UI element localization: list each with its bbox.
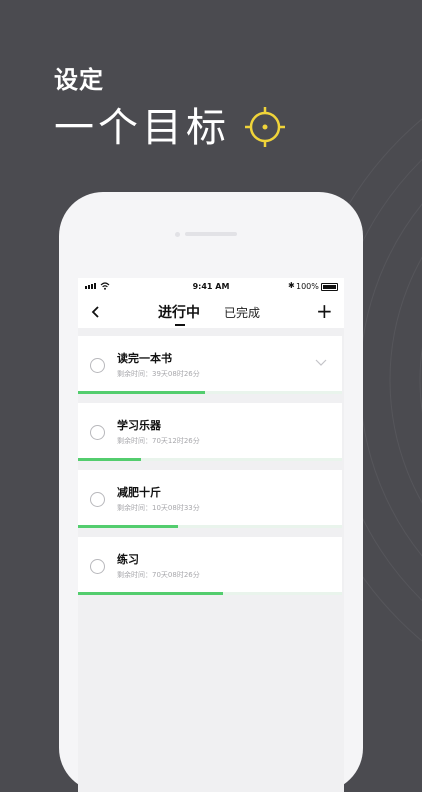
goal-progress-track: [78, 525, 342, 528]
goal-card[interactable]: 学习乐器 剩余时间：70天12时26分: [78, 403, 342, 461]
tab-active-indicator: [175, 324, 185, 326]
chevron-left-icon[interactable]: [88, 304, 104, 320]
goal-remaining-time: 剩余时间：70天08时26分: [117, 571, 200, 579]
goal-title: 减肥十斤: [117, 486, 161, 499]
app-screen: 9:41 AM ✱ 100% 进行中 已完成 + 读完一本书 剩余时间：39天0…: [78, 278, 344, 792]
goal-card[interactable]: 读完一本书 剩余时间：39天08时26分: [78, 336, 342, 394]
goal-progress-fill: [78, 592, 224, 595]
goal-progress-fill: [78, 525, 179, 528]
goal-progress-fill: [78, 458, 142, 461]
promo-headline-large: 一个目标: [54, 105, 230, 151]
goal-progress-fill: [78, 391, 205, 394]
promo-headline-small: 设定: [54, 66, 104, 94]
goal-remaining-time: 剩余时间：70天12时26分: [117, 437, 200, 445]
bluetooth-icon: ✱: [288, 281, 295, 290]
goal-card[interactable]: 练习 剩余时间：70天08时26分: [78, 537, 342, 595]
goal-checkbox[interactable]: [90, 492, 105, 507]
status-bar: 9:41 AM ✱ 100%: [78, 278, 344, 296]
chevron-down-icon[interactable]: [315, 357, 327, 367]
phone-camera: [175, 232, 180, 237]
tab-completed[interactable]: 已完成: [224, 304, 260, 321]
goal-checkbox[interactable]: [90, 358, 105, 373]
nav-bar: 进行中 已完成 +: [78, 296, 344, 328]
goal-title: 读完一本书: [117, 352, 172, 365]
phone-frame: 9:41 AM ✱ 100% 进行中 已完成 + 读完一本书 剩余时间：39天0…: [59, 192, 363, 792]
add-goal-button[interactable]: +: [316, 301, 333, 321]
goal-progress-track: [78, 592, 342, 595]
goal-title: 学习乐器: [117, 419, 161, 432]
goal-checkbox[interactable]: [90, 559, 105, 574]
goal-title: 练习: [117, 553, 139, 566]
goal-checkbox[interactable]: [90, 425, 105, 440]
tab-in-progress[interactable]: 进行中: [158, 302, 200, 322]
goal-remaining-time: 剩余时间：10天08时33分: [117, 504, 200, 512]
battery-percent: 100%: [296, 282, 319, 291]
goal-progress-track: [78, 458, 342, 461]
phone-speaker: [185, 232, 237, 236]
goal-remaining-time: 剩余时间：39天08时26分: [117, 370, 200, 378]
goal-card[interactable]: 减肥十斤 剩余时间：10天08时33分: [78, 470, 342, 528]
goal-progress-track: [78, 391, 342, 394]
battery-icon: [321, 283, 338, 291]
target-icon: [245, 107, 285, 147]
